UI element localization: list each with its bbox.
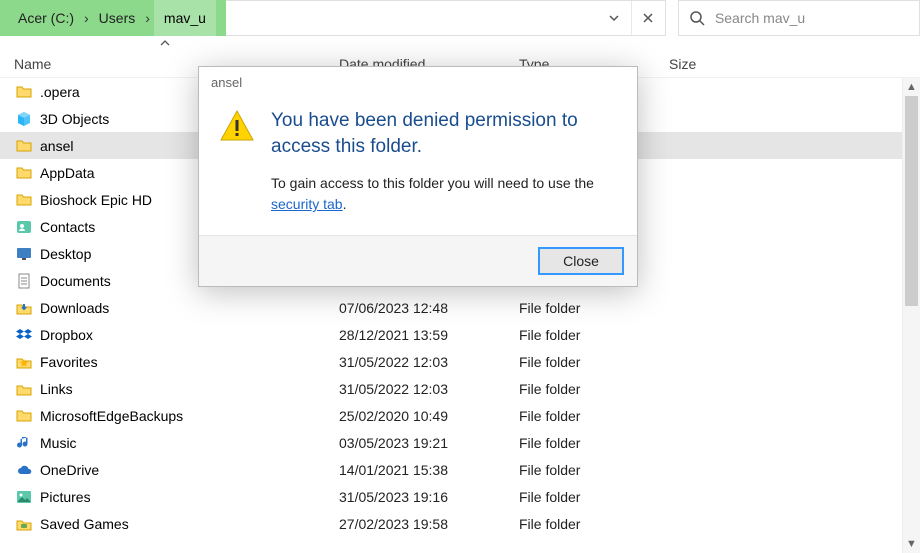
file-date: 07/06/2023 12:48 bbox=[339, 300, 519, 316]
file-name: Downloads bbox=[40, 300, 109, 316]
list-item[interactable]: Music 03/05/2023 19:21File folder bbox=[0, 429, 902, 456]
music-icon bbox=[14, 433, 34, 453]
favorites-icon bbox=[14, 352, 34, 372]
file-name: Desktop bbox=[40, 246, 91, 262]
chevron-right-icon: › bbox=[80, 10, 93, 26]
scroll-up-icon[interactable]: ▲ bbox=[903, 78, 920, 96]
scroll-thumb[interactable] bbox=[905, 96, 918, 306]
scroll-down-icon[interactable]: ▼ bbox=[903, 535, 920, 553]
close-path-button[interactable] bbox=[631, 1, 665, 35]
contacts-icon bbox=[14, 217, 34, 237]
file-name: Links bbox=[40, 381, 73, 397]
folder-icon bbox=[14, 163, 34, 183]
file-date: 25/02/2020 10:49 bbox=[339, 408, 519, 424]
file-date: 14/01/2021 15:38 bbox=[339, 462, 519, 478]
chevron-right-icon: › bbox=[141, 10, 154, 26]
file-name: MicrosoftEdgeBackups bbox=[40, 408, 183, 424]
file-name: AppData bbox=[40, 165, 94, 181]
breadcrumb-item-current[interactable]: mav_u bbox=[154, 0, 216, 36]
list-item[interactable]: Saved Games 27/02/2023 19:58File folder bbox=[0, 510, 902, 537]
file-type: File folder bbox=[519, 300, 669, 316]
file-name: .opera bbox=[40, 84, 80, 100]
file-date: 31/05/2022 12:03 bbox=[339, 381, 519, 397]
objects3d-icon bbox=[14, 109, 34, 129]
dialog-heading: You have been denied permission to acces… bbox=[271, 108, 617, 159]
file-date: 31/05/2022 12:03 bbox=[339, 354, 519, 370]
file-name: OneDrive bbox=[40, 462, 99, 478]
folder-icon bbox=[14, 136, 34, 156]
chevron-up-icon bbox=[160, 39, 170, 47]
file-type: File folder bbox=[519, 381, 669, 397]
search-input[interactable]: Search mav_u bbox=[678, 0, 920, 36]
file-name: Documents bbox=[40, 273, 111, 289]
downloads-icon bbox=[14, 298, 34, 318]
folder-icon bbox=[14, 82, 34, 102]
file-date: 27/02/2023 19:58 bbox=[339, 516, 519, 532]
list-item[interactable]: Favorites 31/05/2022 12:03File folder bbox=[0, 348, 902, 375]
list-item[interactable]: Downloads 07/06/2023 12:48File folder bbox=[0, 294, 902, 321]
breadcrumb-item[interactable]: Users bbox=[93, 10, 142, 26]
breadcrumb[interactable]: Acer (C:) › Users › mav_u bbox=[0, 0, 226, 36]
pictures-icon bbox=[14, 487, 34, 507]
header-size[interactable]: Size bbox=[669, 56, 696, 72]
file-type: File folder bbox=[519, 408, 669, 424]
file-type: File folder bbox=[519, 489, 669, 505]
file-date: 28/12/2021 13:59 bbox=[339, 327, 519, 343]
file-type: File folder bbox=[519, 462, 669, 478]
list-item[interactable]: Links 31/05/2022 12:03File folder bbox=[0, 375, 902, 402]
file-name: Bioshock Epic HD bbox=[40, 192, 152, 208]
savedgames-icon bbox=[14, 514, 34, 534]
file-name: Saved Games bbox=[40, 516, 129, 532]
close-button[interactable]: Close bbox=[539, 248, 623, 274]
list-item[interactable]: Dropbox 28/12/2021 13:59File folder bbox=[0, 321, 902, 348]
dialog-body: To gain access to this folder you will n… bbox=[271, 173, 617, 215]
security-tab-link[interactable]: security tab bbox=[271, 196, 343, 212]
folder-icon bbox=[14, 406, 34, 426]
folder-icon bbox=[14, 190, 34, 210]
file-type: File folder bbox=[519, 327, 669, 343]
file-name: Favorites bbox=[40, 354, 98, 370]
list-item[interactable]: Pictures 31/05/2023 19:16File folder bbox=[0, 483, 902, 510]
file-type: File folder bbox=[519, 354, 669, 370]
sort-chevron-row bbox=[0, 36, 920, 50]
file-name: ansel bbox=[40, 138, 73, 154]
file-type: File folder bbox=[519, 516, 669, 532]
onedrive-icon bbox=[14, 460, 34, 480]
file-date: 31/05/2023 19:16 bbox=[339, 489, 519, 505]
warning-icon bbox=[219, 108, 255, 144]
address-bar: Acer (C:) › Users › mav_u Search mav_u bbox=[0, 0, 920, 36]
dialog-title: ansel bbox=[199, 67, 637, 98]
search-icon bbox=[689, 10, 705, 26]
file-name: 3D Objects bbox=[40, 111, 109, 127]
search-placeholder: Search mav_u bbox=[715, 10, 805, 26]
desktop-icon bbox=[14, 244, 34, 264]
documents-icon bbox=[14, 271, 34, 291]
list-item[interactable]: OneDrive 14/01/2021 15:38File folder bbox=[0, 456, 902, 483]
scrollbar[interactable]: ▲ ▼ bbox=[902, 78, 920, 553]
file-name: Dropbox bbox=[40, 327, 93, 343]
breadcrumb-item[interactable]: Acer (C:) bbox=[12, 10, 80, 26]
list-item[interactable]: MicrosoftEdgeBackups 25/02/2020 10:49File… bbox=[0, 402, 902, 429]
access-denied-dialog: ansel You have been denied permission to… bbox=[198, 66, 638, 287]
links-icon bbox=[14, 379, 34, 399]
file-name: Contacts bbox=[40, 219, 95, 235]
history-button[interactable] bbox=[597, 1, 631, 35]
file-name: Music bbox=[40, 435, 77, 451]
file-name: Pictures bbox=[40, 489, 91, 505]
file-date: 03/05/2023 19:21 bbox=[339, 435, 519, 451]
address-bar-end bbox=[226, 0, 666, 36]
dropbox-icon bbox=[14, 325, 34, 345]
file-type: File folder bbox=[519, 435, 669, 451]
